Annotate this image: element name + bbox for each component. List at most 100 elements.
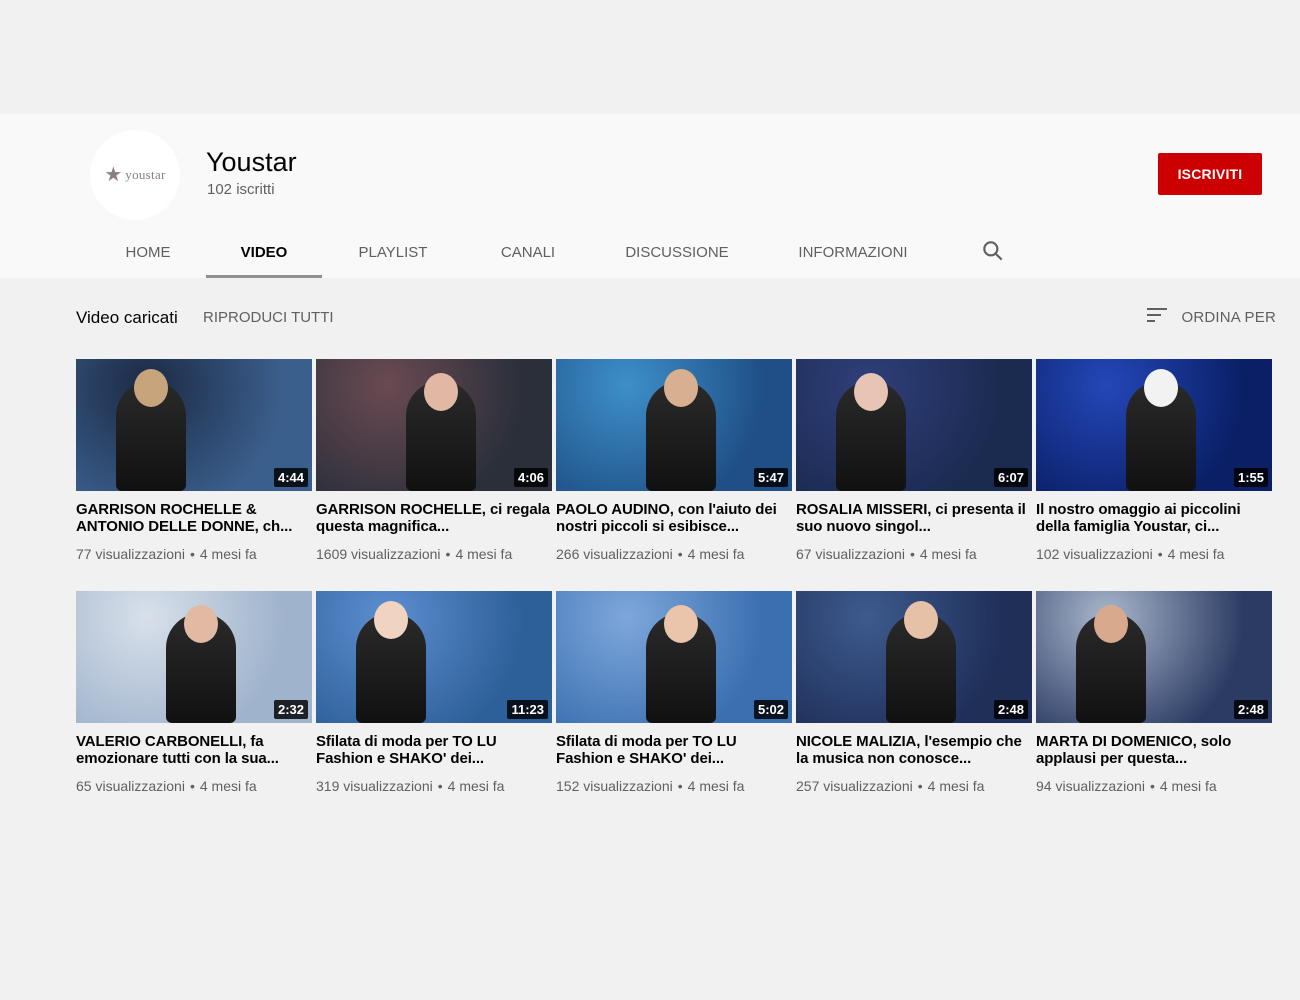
play-all-button[interactable]: RIPRODUCI TUTTI	[203, 309, 334, 326]
separator-dot: •	[677, 778, 683, 794]
video-duration: 4:44	[273, 468, 308, 487]
video-card[interactable]: 4:06 GARRISON ROCHELLE, ci regala questa…	[316, 359, 552, 562]
video-meta: 257 visualizzazioni • 4 mesi fa	[796, 778, 1032, 794]
view-count: 257 visualizzazioni	[796, 778, 913, 794]
video-duration: 2:48	[1233, 700, 1268, 719]
video-card[interactable]: 1:55 Il nostro omaggio ai piccolini dell…	[1036, 359, 1272, 562]
upload-age: 4 mesi fa	[1167, 546, 1225, 562]
video-duration: 2:48	[993, 700, 1028, 719]
view-count: 65 visualizzazioni	[76, 778, 185, 794]
upload-age: 4 mesi fa	[919, 546, 977, 562]
video-meta: 266 visualizzazioni • 4 mesi fa	[556, 546, 792, 562]
star-icon: ★	[104, 164, 123, 186]
separator-dot: •	[189, 778, 195, 794]
thumbnail-face	[374, 601, 408, 639]
sort-button[interactable]: ORDINA PER	[1147, 306, 1276, 329]
view-count: 319 visualizzazioni	[316, 778, 433, 794]
video-thumbnail[interactable]: 2:48	[796, 591, 1032, 723]
video-title[interactable]: GARRISON ROCHELLE & ANTONIO DELLE DONNE,…	[76, 501, 312, 535]
video-title[interactable]: Sfilata di moda per TO LU Fashion e SHAK…	[316, 733, 552, 767]
video-thumbnail[interactable]: 2:48	[1036, 591, 1272, 723]
thumbnail-face	[904, 601, 938, 639]
channel-tabs: HOME VIDEO PLAYLIST CANALI DISCUSSIONE I…	[90, 226, 1003, 278]
video-card[interactable]: 4:44 GARRISON ROCHELLE & ANTONIO DELLE D…	[76, 359, 312, 562]
video-meta: 152 visualizzazioni • 4 mesi fa	[556, 778, 792, 794]
upload-age: 4 mesi fa	[455, 546, 513, 562]
video-thumbnail[interactable]: 5:02	[556, 591, 792, 723]
video-meta: 94 visualizzazioni • 4 mesi fa	[1036, 778, 1272, 794]
separator-dot: •	[445, 546, 451, 562]
thumbnail-face	[134, 369, 168, 407]
video-duration: 5:02	[753, 700, 788, 719]
video-duration: 1:55	[1233, 468, 1268, 487]
view-count: 102 visualizzazioni	[1036, 546, 1153, 562]
search-icon[interactable]	[980, 238, 1006, 264]
video-title[interactable]: ROSALIA MISSERI, ci presenta il suo nuov…	[796, 501, 1032, 535]
video-duration: 11:23	[507, 700, 548, 719]
thumbnail-face	[1094, 605, 1128, 643]
channel-header: ★ youstar Youstar 102 iscritti ISCRIVITI…	[0, 114, 1300, 278]
upload-age: 4 mesi fa	[447, 778, 505, 794]
video-card[interactable]: 2:32 VALERIO CARBONELLI, fa emozionare t…	[76, 591, 312, 794]
video-card[interactable]: 5:02 Sfilata di moda per TO LU Fashion e…	[556, 591, 792, 794]
video-meta: 319 visualizzazioni • 4 mesi fa	[316, 778, 552, 794]
thumbnail-face	[424, 373, 458, 411]
channel-avatar[interactable]: ★ youstar	[90, 130, 180, 220]
video-title[interactable]: GARRISON ROCHELLE, ci regala questa magn…	[316, 501, 552, 535]
video-card[interactable]: 11:23 Sfilata di moda per TO LU Fashion …	[316, 591, 552, 794]
view-count: 152 visualizzazioni	[556, 778, 673, 794]
video-title[interactable]: VALERIO CARBONELLI, fa emozionare tutti …	[76, 733, 312, 767]
video-meta: 1609 visualizzazioni • 4 mesi fa	[316, 546, 552, 562]
video-card[interactable]: 2:48 NICOLE MALIZIA, l'esempio che la mu…	[796, 591, 1032, 794]
upload-age: 4 mesi fa	[1159, 778, 1217, 794]
video-title[interactable]: MARTA DI DOMENICO, solo applausi per que…	[1036, 733, 1272, 767]
logo-text: youstar	[125, 167, 166, 182]
sort-label: ORDINA PER	[1181, 309, 1276, 326]
section-title: Video caricati	[76, 308, 178, 327]
video-thumbnail[interactable]: 11:23	[316, 591, 552, 723]
video-duration: 2:32	[273, 700, 308, 719]
video-title[interactable]: Sfilata di moda per TO LU Fashion e SHAK…	[556, 733, 792, 767]
video-thumbnail[interactable]: 1:55	[1036, 359, 1272, 491]
tab-home[interactable]: HOME	[90, 226, 206, 278]
video-grid: 4:44 GARRISON ROCHELLE & ANTONIO DELLE D…	[76, 359, 1276, 794]
video-meta: 77 visualizzazioni • 4 mesi fa	[76, 546, 312, 562]
separator-dot: •	[1149, 778, 1155, 794]
video-card[interactable]: 2:48 MARTA DI DOMENICO, solo applausi pe…	[1036, 591, 1272, 794]
thumbnail-face	[664, 369, 698, 407]
upload-age: 4 mesi fa	[199, 778, 257, 794]
subscribe-button[interactable]: ISCRIVITI	[1158, 153, 1262, 195]
sort-icon	[1147, 306, 1169, 329]
upload-age: 4 mesi fa	[199, 546, 257, 562]
tab-video[interactable]: VIDEO	[206, 226, 322, 278]
separator-dot: •	[917, 778, 923, 794]
separator-dot: •	[1157, 546, 1163, 562]
tab-playlist[interactable]: PLAYLIST	[322, 226, 464, 278]
video-thumbnail[interactable]: 6:07	[796, 359, 1032, 491]
video-card[interactable]: 5:47 PAOLO AUDINO, con l'aiuto dei nostr…	[556, 359, 792, 562]
view-count: 266 visualizzazioni	[556, 546, 673, 562]
video-thumbnail[interactable]: 4:06	[316, 359, 552, 491]
view-count: 94 visualizzazioni	[1036, 778, 1145, 794]
video-meta: 102 visualizzazioni • 4 mesi fa	[1036, 546, 1272, 562]
upload-age: 4 mesi fa	[687, 546, 745, 562]
video-thumbnail[interactable]: 5:47	[556, 359, 792, 491]
uploads-section-bar: Video caricati RIPRODUCI TUTTI ORDINA PE…	[76, 306, 1276, 332]
video-title[interactable]: NICOLE MALIZIA, l'esempio che la musica …	[796, 733, 1032, 767]
video-thumbnail[interactable]: 2:32	[76, 591, 312, 723]
video-title[interactable]: Il nostro omaggio ai piccolini della fam…	[1036, 501, 1272, 535]
separator-dot: •	[909, 546, 915, 562]
thumbnail-face	[1144, 369, 1178, 407]
tab-canali[interactable]: CANALI	[464, 226, 592, 278]
video-title[interactable]: PAOLO AUDINO, con l'aiuto dei nostri pic…	[556, 501, 792, 535]
separator-dot: •	[677, 546, 683, 562]
view-count: 1609 visualizzazioni	[316, 546, 441, 562]
channel-name: Youstar	[206, 147, 297, 177]
video-meta: 67 visualizzazioni • 4 mesi fa	[796, 546, 1032, 562]
upload-age: 4 mesi fa	[927, 778, 985, 794]
separator-dot: •	[437, 778, 443, 794]
video-card[interactable]: 6:07 ROSALIA MISSERI, ci presenta il suo…	[796, 359, 1032, 562]
tab-informazioni[interactable]: INFORMAZIONI	[762, 226, 944, 278]
video-thumbnail[interactable]: 4:44	[76, 359, 312, 491]
tab-discussione[interactable]: DISCUSSIONE	[592, 226, 762, 278]
